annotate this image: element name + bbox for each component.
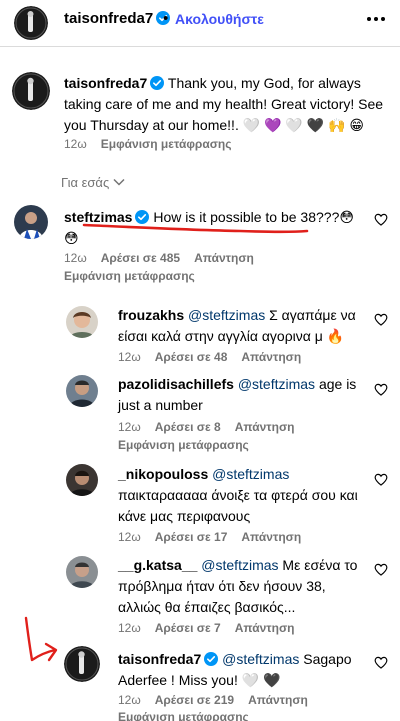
verified-badge-icon	[150, 76, 165, 90]
chevron-down-icon	[113, 178, 125, 186]
caption-meta: 12ω Εμφάνιση μετάφρασης	[64, 137, 232, 151]
comment-avatar[interactable]	[66, 306, 98, 338]
caption-translate-link[interactable]: Εμφάνιση μετάφρασης	[101, 137, 232, 151]
comment-likes[interactable]: Αρέσει σε 48	[155, 350, 228, 364]
like-heart-icon[interactable]	[374, 563, 388, 576]
comment-time: 12ω	[118, 530, 141, 544]
reply-button[interactable]: Απάντηση	[235, 621, 295, 635]
reply-body: taisonfreda7 @steftzimas Sagapo Aderfee …	[118, 649, 368, 691]
red-arrowhead-annotation	[44, 642, 58, 662]
translate-link-label[interactable]: Εμφάνιση μετάφρασης	[118, 438, 249, 452]
comment-username[interactable]: __g.katsa__	[118, 557, 197, 573]
caption-username[interactable]: taisonfreda7	[64, 75, 147, 91]
comment-time: 12ω	[118, 621, 141, 635]
mention-link[interactable]: @steftzimas	[201, 557, 278, 573]
comment-username[interactable]: _nikopouloss	[118, 466, 208, 482]
mention-link[interactable]: @steftzimas	[238, 376, 315, 392]
comment-text: παικταρααααα άνοιξε τα φτερά σου και κάν…	[118, 487, 358, 524]
comment-avatar[interactable]	[66, 556, 98, 588]
mention-link[interactable]: @steftzimas	[188, 307, 265, 323]
comment-time: 12ω	[118, 420, 141, 434]
header-username-text[interactable]: taisonfreda7	[64, 10, 153, 27]
mention-link[interactable]: @steftzimas	[212, 466, 289, 482]
translate-link[interactable]: Εμφάνιση μετάφρασης	[118, 438, 249, 452]
like-heart-icon[interactable]	[374, 383, 388, 396]
comment-time: 12ω	[64, 251, 87, 265]
red-arrow-annotation	[24, 616, 57, 662]
comment-meta: 12ω Αρέσει σε 48 Απάντηση	[118, 350, 301, 364]
translate-link[interactable]: Εμφάνιση μετάφρασης	[64, 269, 195, 283]
translate-link-label[interactable]: Εμφάνιση μετάφρασης	[118, 710, 249, 721]
caption-time: 12ω	[64, 137, 87, 151]
for-you-label[interactable]: Για εσάς	[61, 175, 109, 190]
translate-link-label[interactable]: Εμφάνιση μετάφρασης	[64, 269, 195, 283]
reply-button[interactable]: Απάντηση	[248, 693, 308, 707]
header-username[interactable]: taisonfreda7	[64, 10, 171, 27]
reply-body: frouzakhs @steftzimas Σ αγαπάμε να είσαι…	[118, 305, 368, 347]
translate-link[interactable]: Εμφάνιση μετάφρασης	[118, 710, 249, 721]
comment-meta: 12ω Αρέσει σε 219 Απάντηση	[118, 693, 308, 707]
comment-time: 12ω	[118, 693, 141, 707]
comment-username[interactable]: pazolidisachillefs	[118, 376, 234, 392]
like-heart-icon[interactable]	[374, 656, 388, 669]
for-you-filter[interactable]: Για εσάς	[61, 175, 125, 190]
comment-likes[interactable]: Αρέσει σε 7	[155, 621, 221, 635]
comment-meta: 12ω Αρέσει σε 7 Απάντηση	[118, 621, 295, 635]
follow-button[interactable]: Ακολουθήστε	[175, 11, 264, 27]
avatar[interactable]	[14, 6, 48, 40]
comment-avatar[interactable]	[66, 375, 98, 407]
caption-avatar[interactable]	[12, 72, 50, 110]
caption-text: taisonfreda7 Thank you, my God, for alwa…	[64, 73, 389, 136]
like-heart-icon[interactable]	[374, 213, 388, 226]
reply-button[interactable]: Απάντηση	[235, 420, 295, 434]
comment-avatar[interactable]	[64, 646, 100, 682]
comment-text-cont: 😳	[64, 230, 79, 246]
post-header: taisonfreda7 • Ακολουθήστε	[0, 0, 400, 40]
comment-username[interactable]: frouzakhs	[118, 307, 184, 323]
comment-meta: 12ω Αρέσει σε 17 Απάντηση	[118, 530, 301, 544]
like-heart-icon[interactable]	[374, 313, 388, 326]
comment-username[interactable]: steftzimas	[64, 209, 132, 225]
reply-button[interactable]: Απάντηση	[194, 251, 254, 265]
reply-body: pazolidisachillefs @steftzimas age is ju…	[118, 374, 368, 416]
comment-body: steftzimas How is it possible to be 38??…	[64, 207, 364, 249]
comment-meta: 12ω Αρέσει σε 485 Απάντηση	[64, 251, 254, 265]
comment-avatar[interactable]	[66, 464, 98, 496]
verified-badge-icon	[135, 210, 150, 224]
more-options-icon[interactable]	[365, 10, 387, 28]
header-divider	[0, 46, 400, 47]
mention-link[interactable]: @steftzimas	[222, 651, 299, 667]
comment-text: How is it possible to be 38???😳	[153, 209, 354, 225]
header-separator-dot: •	[163, 10, 169, 27]
comment-likes[interactable]: Αρέσει σε 219	[155, 693, 234, 707]
reply-body: __g.katsa__ @steftzimas Με εσένα το πρόβ…	[118, 555, 368, 618]
comment-avatar[interactable]	[14, 205, 48, 239]
comment-likes[interactable]: Αρέσει σε 485	[101, 251, 180, 265]
comment-username[interactable]: taisonfreda7	[118, 651, 201, 667]
verified-badge-icon	[204, 652, 219, 666]
reply-button[interactable]: Απάντηση	[241, 350, 301, 364]
reply-button[interactable]: Απάντηση	[241, 530, 301, 544]
comment-meta: 12ω Αρέσει σε 8 Απάντηση	[118, 420, 295, 434]
comment-time: 12ω	[118, 350, 141, 364]
comment-likes[interactable]: Αρέσει σε 17	[155, 530, 228, 544]
like-heart-icon[interactable]	[374, 473, 388, 486]
reply-body: _nikopouloss @steftzimas παικταρααααα άν…	[118, 464, 368, 527]
comment-likes[interactable]: Αρέσει σε 8	[155, 420, 221, 434]
